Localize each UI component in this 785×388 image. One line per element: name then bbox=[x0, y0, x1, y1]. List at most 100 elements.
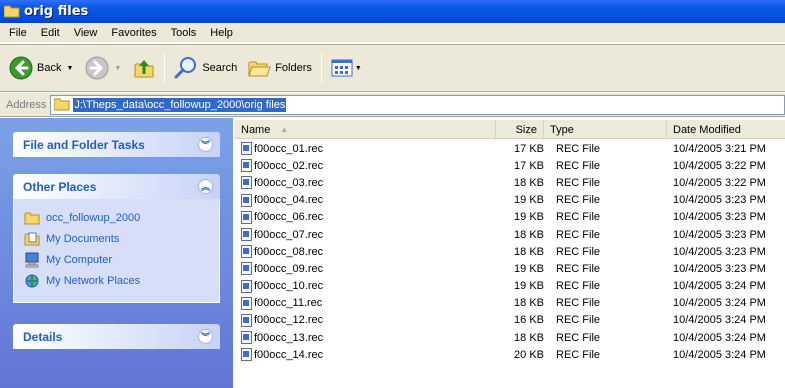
file-name-cell[interactable]: f00occ_09.rec bbox=[235, 262, 496, 276]
column-header-size[interactable]: Size bbox=[496, 120, 544, 139]
file-list: Name ▲ Size Type Date Modified f00occ_01… bbox=[233, 118, 785, 388]
forward-button[interactable]: ▼ bbox=[82, 51, 124, 85]
file-date-modified: 10/4/2005 3:24 PM bbox=[673, 297, 766, 310]
search-button[interactable]: Search bbox=[171, 51, 240, 85]
table-row[interactable]: f00occ_13.rec 18 KB REC File 10/4/2005 3:24… bbox=[235, 329, 785, 346]
file-name-cell[interactable]: f00occ_12.rec bbox=[235, 313, 496, 327]
back-dropdown-icon[interactable]: ▼ bbox=[66, 65, 73, 72]
table-row[interactable]: f00occ_08.rec 18 KB REC File 10/4/2005 3:23… bbox=[235, 243, 785, 260]
menu-favorites[interactable]: Favorites bbox=[104, 27, 163, 39]
file-name-cell[interactable]: f00occ_10.rec bbox=[235, 279, 496, 293]
file-type: REC File bbox=[556, 211, 601, 224]
up-folder-button[interactable] bbox=[130, 51, 158, 85]
search-label: Search bbox=[202, 62, 238, 74]
file-folder-tasks-header[interactable]: File and Folder Tasks ︾ bbox=[13, 132, 220, 157]
rec-file-icon bbox=[241, 245, 252, 259]
file-size: 20 KB bbox=[514, 348, 544, 361]
title-bar[interactable]: orig files bbox=[0, 0, 785, 23]
address-input[interactable]: J:\Theps_data\occ_followup_2000\orig fil… bbox=[50, 94, 785, 115]
rec-file-icon bbox=[241, 296, 252, 310]
table-row[interactable]: f00occ_01.rec 17 KB REC File 10/4/2005 3:21… bbox=[235, 140, 785, 157]
place-my-documents[interactable]: My Documents bbox=[24, 228, 219, 249]
file-date-modified: 10/4/2005 3:23 PM bbox=[673, 228, 766, 241]
views-button[interactable]: ▼ bbox=[328, 51, 365, 85]
back-button[interactable]: Back ▼ bbox=[6, 51, 76, 85]
file-name-cell[interactable]: f00occ_04.rec bbox=[235, 193, 496, 207]
table-row[interactable]: f00occ_12.rec 16 KB REC File 10/4/2005 3:24… bbox=[235, 312, 785, 329]
file-date-modified: 10/4/2005 3:23 PM bbox=[673, 194, 766, 207]
file-date-modified: 10/4/2005 3:21 PM bbox=[673, 142, 766, 155]
file-type: REC File bbox=[556, 348, 601, 361]
expand-chevron-icon[interactable]: ︾ bbox=[197, 136, 214, 153]
file-name-cell[interactable]: f00occ_14.rec bbox=[235, 348, 496, 362]
place-my-computer[interactable]: My Computer bbox=[24, 249, 219, 270]
expand-chevron-icon[interactable]: ︾ bbox=[197, 328, 214, 345]
other-places-header[interactable]: Other Places ︽ bbox=[13, 174, 220, 199]
file-type: REC File bbox=[556, 262, 601, 275]
menu-tools[interactable]: Tools bbox=[164, 27, 204, 39]
table-row[interactable]: f00occ_06.rec 19 KB REC File 10/4/2005 3:23… bbox=[235, 209, 785, 226]
table-row[interactable]: f00occ_14.rec 20 KB REC File 10/4/2005 3:24… bbox=[235, 346, 785, 363]
file-date-modified: 10/4/2005 3:24 PM bbox=[673, 348, 766, 361]
file-name: f00occ_13.rec bbox=[254, 331, 324, 344]
file-size: 16 KB bbox=[514, 314, 544, 327]
file-type: REC File bbox=[556, 245, 601, 258]
file-size: 17 KB bbox=[514, 142, 544, 155]
menu-edit[interactable]: Edit bbox=[34, 27, 67, 39]
file-type: REC File bbox=[556, 280, 601, 293]
menu-view[interactable]: View bbox=[67, 27, 105, 39]
file-date-modified: 10/4/2005 3:23 PM bbox=[673, 211, 766, 224]
table-row[interactable]: f00occ_03.rec 18 KB REC File 10/4/2005 3:22… bbox=[235, 174, 785, 191]
search-icon bbox=[174, 57, 197, 79]
table-row[interactable]: f00occ_02.rec 17 KB REC File 10/4/2005 3:22… bbox=[235, 157, 785, 174]
file-size: 18 KB bbox=[514, 297, 544, 310]
file-size: 18 KB bbox=[514, 331, 544, 344]
place-my-network-places[interactable]: My Network Places bbox=[24, 270, 219, 291]
views-dropdown-icon[interactable]: ▼ bbox=[355, 65, 362, 72]
table-row[interactable]: f00occ_09.rec 19 KB REC File 10/4/2005 3:23… bbox=[235, 260, 785, 277]
file-name: f00occ_08.rec bbox=[254, 245, 324, 258]
file-size: 18 KB bbox=[514, 245, 544, 258]
file-name: f00occ_04.rec bbox=[254, 194, 324, 207]
file-name-cell[interactable]: f00occ_02.rec bbox=[235, 159, 496, 173]
menu-file[interactable]: File bbox=[2, 27, 34, 39]
folders-button[interactable]: Folders bbox=[244, 51, 315, 85]
file-name: f00occ_03.rec bbox=[254, 176, 324, 189]
column-header-date-modified[interactable]: Date Modified bbox=[667, 120, 785, 139]
my-documents-icon bbox=[24, 232, 40, 245]
file-name-cell[interactable]: f00occ_07.rec bbox=[235, 228, 496, 242]
views-grid-icon bbox=[331, 59, 353, 77]
details-header[interactable]: Details ︾ bbox=[13, 324, 220, 349]
address-value: J:\Theps_data\occ_followup_2000\orig fil… bbox=[73, 97, 287, 112]
collapse-chevron-icon[interactable]: ︽ bbox=[197, 178, 214, 195]
table-row[interactable]: f00occ_04.rec 19 KB REC File 10/4/2005 3:23… bbox=[235, 192, 785, 209]
file-name-cell[interactable]: f00occ_06.rec bbox=[235, 210, 496, 224]
file-folder-tasks-title: File and Folder Tasks bbox=[23, 137, 145, 152]
table-row[interactable]: f00occ_07.rec 18 KB REC File 10/4/2005 3:23… bbox=[235, 226, 785, 243]
place-label: My Network Places bbox=[46, 274, 141, 287]
file-name-cell[interactable]: f00occ_01.rec bbox=[235, 142, 496, 156]
network-places-icon bbox=[25, 274, 39, 287]
place-occ-followup[interactable]: occ_followup_2000 bbox=[24, 207, 219, 228]
file-date-modified: 10/4/2005 3:23 PM bbox=[673, 245, 766, 258]
toolbar-separator bbox=[164, 53, 166, 83]
file-type: REC File bbox=[556, 142, 601, 155]
column-label: Date Modified bbox=[673, 123, 741, 136]
column-label: Type bbox=[550, 123, 574, 136]
file-name-cell[interactable]: f00occ_08.rec bbox=[235, 245, 496, 259]
column-header-type[interactable]: Type bbox=[544, 120, 667, 139]
file-name-cell[interactable]: f00occ_03.rec bbox=[235, 176, 496, 190]
menu-help[interactable]: Help bbox=[203, 27, 240, 39]
rec-file-icon bbox=[241, 348, 252, 362]
details-title: Details bbox=[23, 329, 63, 344]
window-title: orig files bbox=[24, 4, 89, 19]
table-row[interactable]: f00occ_11.rec 18 KB REC File 10/4/2005 3:24… bbox=[235, 295, 785, 312]
table-row[interactable]: f00occ_10.rec 19 KB REC File 10/4/2005 3:24… bbox=[235, 278, 785, 295]
file-name-cell[interactable]: f00occ_13.rec bbox=[235, 331, 496, 345]
column-header-name[interactable]: Name ▲ bbox=[235, 120, 496, 139]
rec-file-icon bbox=[241, 279, 252, 293]
rec-file-icon bbox=[241, 331, 252, 345]
file-date-modified: 10/4/2005 3:22 PM bbox=[673, 176, 766, 189]
file-name-cell[interactable]: f00occ_11.rec bbox=[235, 296, 496, 310]
forward-dropdown-icon[interactable]: ▼ bbox=[114, 65, 121, 72]
